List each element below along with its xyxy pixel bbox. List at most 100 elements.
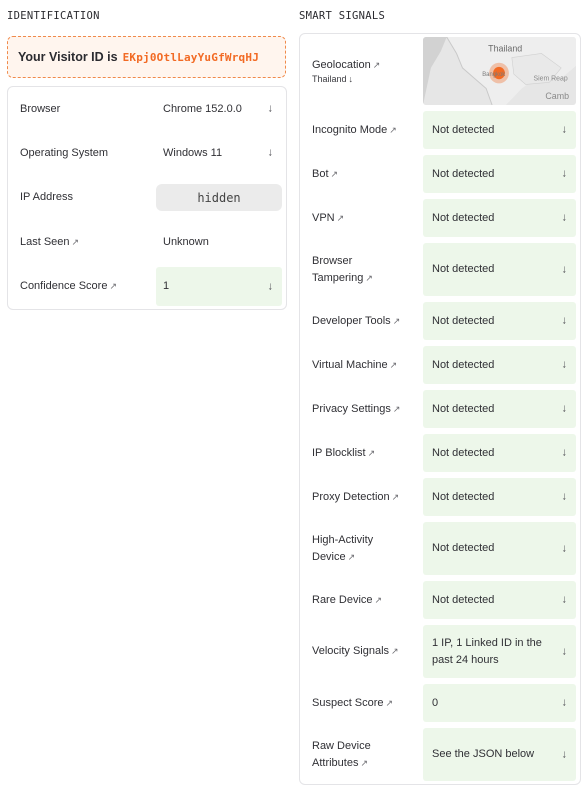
row-raw-device-attributes[interactable]: Raw Device Attributes ↗ See the JSON below… — [300, 725, 580, 784]
row-vpn[interactable]: VPN ↗ Not detected ↓ — [300, 196, 580, 240]
external-link-icon[interactable]: ↗ — [386, 698, 394, 708]
expand-arrow-icon[interactable]: ↓ — [562, 210, 568, 227]
high-activity-device-value: Not detected ↓ — [423, 522, 576, 575]
high-activity-device-value-text: Not detected — [432, 542, 495, 554]
external-link-icon[interactable]: ↗ — [72, 234, 80, 251]
rare-device-value-text: Not detected — [432, 593, 495, 606]
row-browser-tampering[interactable]: Browser Tampering ↗ Not detected ↓ — [300, 240, 580, 299]
external-link-icon[interactable]: ↗ — [368, 448, 376, 458]
high-activity-device-label[interactable]: High-Activity Device ↗ — [312, 519, 416, 578]
expand-arrow-icon[interactable]: ↓ — [562, 313, 568, 330]
external-link-icon[interactable]: ↗ — [391, 646, 399, 656]
row-privacy-settings[interactable]: Privacy Settings ↗ Not detected ↓ — [300, 387, 580, 431]
expand-arrow-icon[interactable]: ↓ — [562, 695, 568, 712]
row-browser[interactable]: Browser Chrome 152.0.0 ↓ — [8, 87, 286, 131]
developer-tools-label[interactable]: Developer Tools ↗ — [312, 299, 416, 343]
browser-tampering-value-text: Not detected — [432, 263, 495, 275]
row-geolocation[interactable]: Geolocation ↗ Thailand ↓ Thailand Bangkok … — [300, 34, 580, 108]
external-link-icon[interactable]: ↗ — [393, 404, 401, 414]
row-rare-device[interactable]: Rare Device ↗ Not detected ↓ — [300, 578, 580, 622]
map-label-siem-reap: Siem Reap — [534, 75, 568, 82]
confidence-label[interactable]: Confidence Score ↗ — [20, 264, 117, 309]
row-confidence-score[interactable]: Confidence Score ↗ 1 ↓ — [8, 264, 286, 309]
expand-arrow-icon[interactable]: ↓ — [562, 592, 568, 609]
row-ip-address[interactable]: IP Address hidden — [8, 175, 286, 220]
row-operating-system[interactable]: Operating System Windows 11 ↓ — [8, 131, 286, 175]
browser-tampering-label[interactable]: Browser Tampering ↗ — [312, 240, 416, 299]
suspect-score-label-wrap: Suspect Score ↗ — [312, 695, 393, 712]
expand-arrow-icon[interactable]: ↓ — [268, 278, 274, 295]
confidence-label-text: Confidence Score — [20, 280, 108, 292]
raw-device-attributes-label[interactable]: Raw Device Attributes ↗ — [312, 725, 416, 784]
privacy-settings-label[interactable]: Privacy Settings ↗ — [312, 387, 416, 431]
expand-arrow-icon[interactable]: ↓ — [562, 401, 568, 418]
last-seen-label[interactable]: Last Seen ↗ — [20, 220, 79, 264]
row-proxy-detection[interactable]: Proxy Detection ↗ Not detected ↓ — [300, 475, 580, 519]
expand-arrow-icon[interactable]: ↓ — [562, 122, 568, 139]
expand-arrow-icon[interactable]: ↓ — [562, 540, 568, 557]
external-link-icon[interactable]: ↗ — [390, 360, 398, 370]
privacy-settings-label-wrap: Privacy Settings ↗ — [312, 401, 400, 418]
external-link-icon[interactable]: ↗ — [109, 278, 117, 295]
external-link-icon[interactable]: ↗ — [348, 552, 356, 562]
external-link-icon[interactable]: ↗ — [365, 273, 373, 283]
velocity-signals-label-wrap: Velocity Signals ↗ — [312, 643, 399, 660]
bot-label-wrap: Bot ↗ — [312, 166, 338, 183]
expand-arrow-icon[interactable]: ↓ — [562, 357, 568, 374]
row-velocity-signals[interactable]: Velocity Signals ↗ 1 IP, 1 Linked ID in th… — [300, 622, 580, 681]
incognito-mode-label[interactable]: Incognito Mode ↗ — [312, 108, 416, 152]
incognito-mode-label-wrap: Incognito Mode ↗ — [312, 122, 397, 139]
ip-blocklist-label[interactable]: IP Blocklist ↗ — [312, 431, 416, 475]
expand-arrow-icon[interactable]: ↓ — [268, 145, 274, 162]
privacy-settings-label-text: Privacy Settings — [312, 402, 391, 415]
row-developer-tools[interactable]: Developer Tools ↗ Not detected ↓ — [300, 299, 580, 343]
virtual-machine-label[interactable]: Virtual Machine ↗ — [312, 343, 416, 387]
row-incognito-mode[interactable]: Incognito Mode ↗ Not detected ↓ — [300, 108, 580, 152]
expand-arrow-icon[interactable]: ↓ — [562, 489, 568, 506]
identification-title: IDENTIFICATION — [7, 10, 100, 22]
geolocation-label[interactable]: Geolocation ↗ Thailand ↓ — [312, 58, 380, 86]
virtual-machine-label-wrap: Virtual Machine ↗ — [312, 357, 397, 374]
expand-arrow-icon[interactable]: ↓ — [349, 74, 354, 84]
visitor-id-prefix: Your Visitor ID is — [18, 50, 118, 64]
map-image: Thailand Bangkok Siem Reap Camb — [423, 37, 576, 105]
external-link-icon[interactable]: ↗ — [331, 169, 339, 179]
external-link-icon[interactable]: ↗ — [375, 595, 383, 605]
external-link-icon[interactable]: ↗ — [337, 213, 345, 223]
visitor-id-value[interactable]: EKpj0OtlLayYuGfWrqHJ — [123, 51, 259, 64]
expand-arrow-icon[interactable]: ↓ — [562, 746, 568, 763]
last-seen-value: Unknown — [156, 223, 282, 261]
external-link-icon[interactable]: ↗ — [392, 492, 400, 502]
external-link-icon[interactable]: ↗ — [393, 316, 401, 326]
velocity-signals-label[interactable]: Velocity Signals ↗ — [312, 622, 416, 681]
vpn-label[interactable]: VPN ↗ — [312, 196, 416, 240]
confidence-value: 1 ↓ — [156, 267, 282, 306]
browser-tampering-value: Not detected ↓ — [423, 243, 576, 296]
expand-arrow-icon[interactable]: ↓ — [562, 166, 568, 183]
row-last-seen[interactable]: Last Seen ↗ Unknown — [8, 220, 286, 264]
ip-blocklist-label-wrap: IP Blocklist ↗ — [312, 445, 375, 462]
row-virtual-machine[interactable]: Virtual Machine ↗ Not detected ↓ — [300, 343, 580, 387]
expand-arrow-icon[interactable]: ↓ — [562, 261, 568, 278]
suspect-score-value: 0 ↓ — [423, 684, 576, 722]
row-suspect-score[interactable]: Suspect Score ↗ 0 ↓ — [300, 681, 580, 725]
expand-arrow-icon[interactable]: ↓ — [562, 643, 568, 660]
bot-label[interactable]: Bot ↗ — [312, 152, 416, 196]
external-link-icon[interactable]: ↗ — [389, 125, 397, 135]
external-link-icon[interactable]: ↗ — [373, 60, 381, 70]
external-link-icon[interactable]: ↗ — [360, 758, 368, 768]
proxy-detection-label[interactable]: Proxy Detection ↗ — [312, 475, 416, 519]
row-bot[interactable]: Bot ↗ Not detected ↓ — [300, 152, 580, 196]
os-value-text: Windows 11 — [163, 146, 223, 159]
browser-value-text: Chrome 152.0.0 — [163, 102, 242, 115]
expand-arrow-icon[interactable]: ↓ — [562, 445, 568, 462]
rare-device-label[interactable]: Rare Device ↗ — [312, 578, 416, 622]
suspect-score-label[interactable]: Suspect Score ↗ — [312, 681, 416, 725]
geolocation-country-text: Thailand — [312, 74, 347, 84]
row-high-activity-device[interactable]: High-Activity Device ↗ Not detected ↓ — [300, 519, 580, 578]
geolocation-country: Thailand ↓ — [312, 72, 380, 86]
geolocation-map[interactable]: Thailand Bangkok Siem Reap Camb — [423, 37, 576, 105]
visitor-id-banner: Your Visitor ID is EKpj0OtlLayYuGfWrqHJ — [7, 36, 286, 78]
expand-arrow-icon[interactable]: ↓ — [268, 101, 274, 118]
row-ip-blocklist[interactable]: IP Blocklist ↗ Not detected ↓ — [300, 431, 580, 475]
